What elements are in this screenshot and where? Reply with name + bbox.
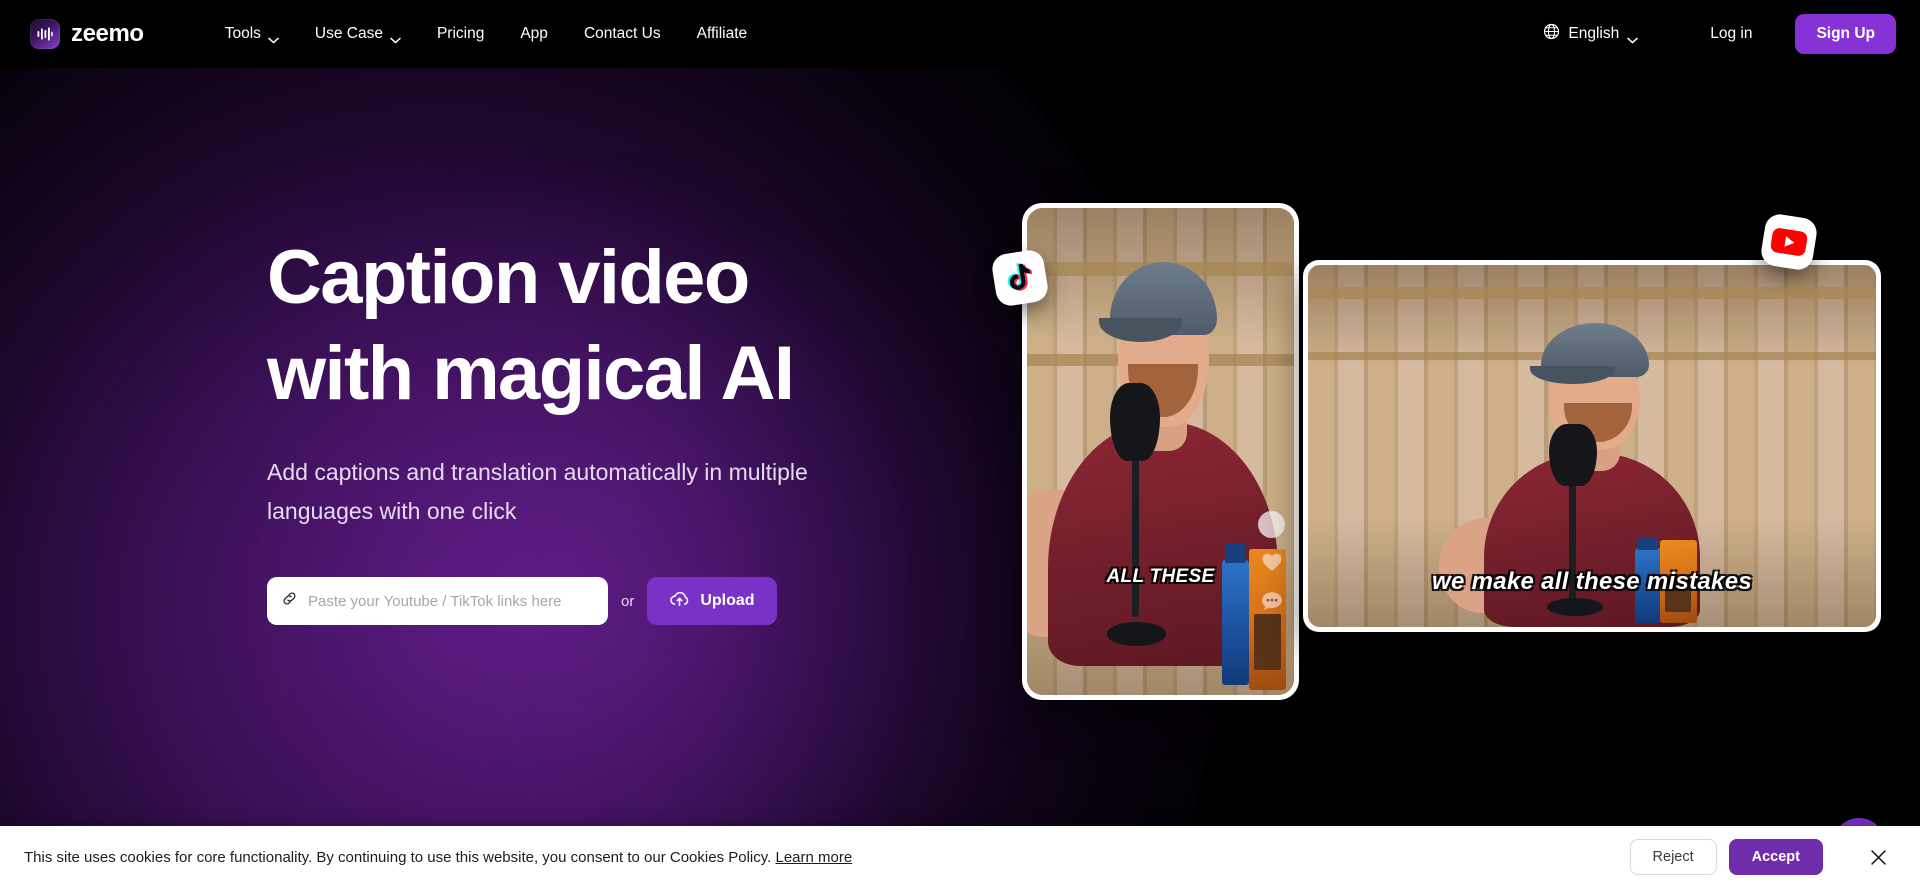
chevron-down-icon <box>268 31 279 43</box>
horizontal-video-screen: we make all these mistakes <box>1308 265 1876 627</box>
signup-button[interactable]: Sign Up <box>1795 14 1896 54</box>
upload-button-label: Upload <box>700 592 755 609</box>
login-link[interactable]: Log in <box>1692 17 1770 51</box>
nav-item-pricing[interactable]: Pricing <box>419 17 502 51</box>
page-title: Caption video with magical AI <box>267 230 967 422</box>
or-separator-label: or <box>621 592 635 610</box>
vertical-video-caption: ALL THESE <box>1106 565 1215 587</box>
accept-button[interactable]: Accept <box>1728 839 1823 875</box>
horizontal-video-card[interactable]: we make all these mistakes <box>1303 260 1881 632</box>
vertical-video-frame: ALL THESE <box>1027 208 1294 695</box>
cloud-upload-icon <box>669 590 690 613</box>
cookie-consent-banner: This site uses cookies for core function… <box>0 826 1920 888</box>
site-header: zeemo Tools Use Case Pricing App Contact… <box>0 0 1920 68</box>
cookie-message: This site uses cookies for core function… <box>24 848 772 866</box>
tiktok-side-rail <box>1258 511 1285 617</box>
link-icon <box>281 590 298 612</box>
nav-item-contact-us[interactable]: Contact Us <box>566 17 679 51</box>
headline-line-1: Caption video <box>267 235 750 320</box>
link-input-wrapper[interactable] <box>267 577 608 625</box>
nav-label: App <box>520 25 548 42</box>
hero-content: Caption video with magical AI Add captio… <box>267 230 967 625</box>
reject-button[interactable]: Reject <box>1629 839 1717 875</box>
vertical-video-card[interactable]: ALL THESE <box>1022 203 1299 700</box>
nav-item-tools[interactable]: Tools <box>207 17 297 51</box>
nav-item-use-case[interactable]: Use Case <box>297 17 419 51</box>
close-icon <box>1869 848 1888 867</box>
nav-item-affiliate[interactable]: Affiliate <box>679 17 766 51</box>
video-showcase: ALL THESE we make all these mistakes <box>990 190 1920 710</box>
horizontal-video-caption: we make all these mistakes <box>1432 568 1752 596</box>
vertical-video-screen: ALL THESE <box>1027 208 1294 695</box>
chevron-down-icon <box>390 31 401 43</box>
headline-line-2: with magical AI <box>267 331 795 416</box>
chevron-down-icon <box>1627 31 1638 43</box>
hero-cta-row: or Upload <box>267 577 967 625</box>
language-selector[interactable]: English <box>1531 15 1650 53</box>
nav-label: Contact Us <box>583 25 661 42</box>
youtube-icon <box>1759 212 1819 272</box>
nav-label: Use Case <box>314 25 383 42</box>
tiktok-icon <box>990 248 1050 308</box>
comment-icon <box>1261 591 1283 617</box>
brand-name: zeemo <box>71 20 144 47</box>
header-actions: English Log in Sign Up <box>1531 14 1896 54</box>
cookie-message-wrapper: This site uses cookies for core function… <box>24 849 852 866</box>
nav-label: Tools <box>224 25 261 42</box>
language-label: English <box>1568 25 1620 42</box>
hero-subtitle: Add captions and translation automatical… <box>267 453 847 531</box>
cookie-actions: Reject Accept <box>1629 839 1896 875</box>
brand-logo[interactable]: zeemo <box>30 19 144 49</box>
nav-item-app[interactable]: App <box>502 17 566 51</box>
close-banner-button[interactable] <box>1861 840 1896 875</box>
horizontal-video-frame: we make all these mistakes <box>1308 265 1876 627</box>
page-root: zeemo Tools Use Case Pricing App Contact… <box>0 0 1920 888</box>
waveform-icon <box>30 19 60 49</box>
upload-button[interactable]: Upload <box>647 577 777 625</box>
avatar-icon <box>1258 511 1285 539</box>
nav-label: Pricing <box>436 25 485 42</box>
nav-label: Affiliate <box>696 25 748 42</box>
primary-navigation: Tools Use Case Pricing App Contact Us Af… <box>207 17 765 51</box>
subtitle-line-1: Add captions and translation automatical… <box>267 459 723 485</box>
link-input[interactable] <box>308 592 594 610</box>
learn-more-link[interactable]: Learn more <box>775 849 852 866</box>
globe-icon <box>1543 23 1560 45</box>
